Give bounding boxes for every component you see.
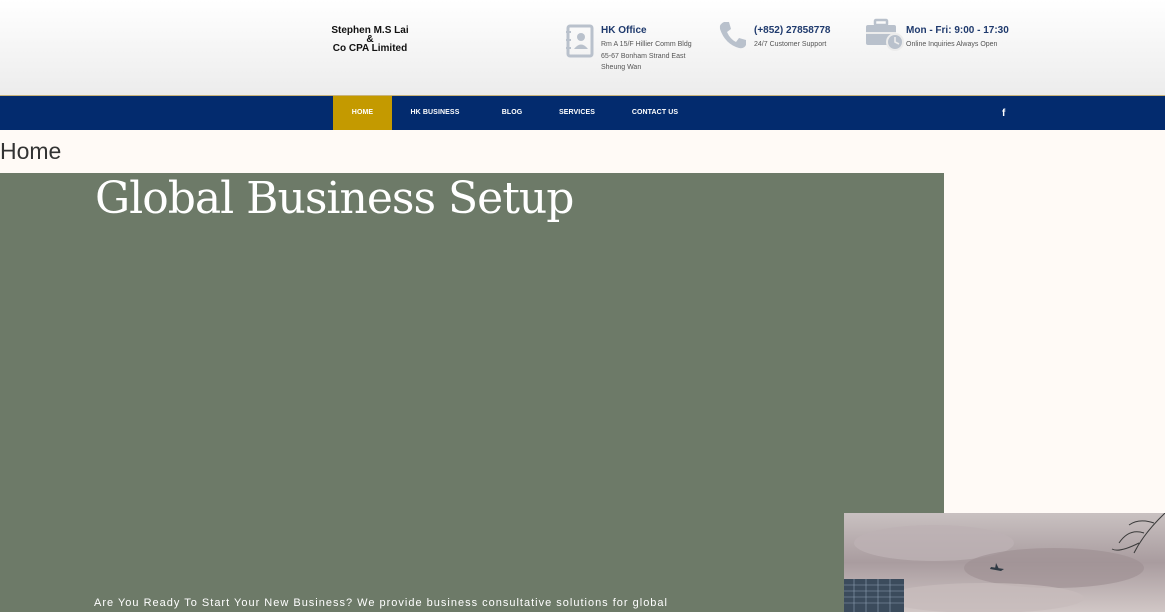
briefcase-clock-icon: [865, 18, 905, 57]
office-address-line-1: Rm A 15/F Hillier Comm Bldg: [601, 41, 692, 48]
office-address-line-3: Sheung Wan: [601, 64, 642, 71]
nav-item-services[interactable]: SERVICES: [552, 96, 602, 130]
nav-item-hk-business[interactable]: HK BUSINESS: [400, 96, 470, 130]
nav-item-blog[interactable]: BLOG: [493, 96, 531, 130]
city-skyline-photo: [844, 513, 1165, 612]
address-book-icon: [566, 24, 594, 63]
nav-item-home[interactable]: HOME: [333, 96, 392, 130]
hours-sub-text: Online Inquiries Always Open: [906, 41, 998, 48]
logo-line-3: Co CPA Limited: [332, 43, 408, 54]
phone-support-text: 24/7 Customer Support: [754, 41, 827, 48]
hero-section: Global Business Setup Are You Ready To S…: [0, 173, 944, 612]
company-logo[interactable]: Stephen M.S Lai & Co CPA Limited: [327, 26, 413, 54]
phone-number[interactable]: (+852) 27858778: [754, 25, 830, 36]
main-navigation: HOME HK BUSINESS BLOG SERVICES CONTACT U…: [0, 95, 1165, 130]
page-title: Home: [0, 138, 62, 164]
office-address-line-2: 65-67 Bonham Strand East: [601, 53, 686, 60]
phone-icon: [718, 20, 748, 55]
facebook-icon[interactable]: f: [1002, 108, 1005, 119]
office-title: HK Office: [601, 25, 647, 36]
hero-heading: Global Business Setup: [95, 173, 574, 224]
office-hours: Mon - Fri: 9:00 - 17:30: [906, 25, 1009, 36]
top-header: Stephen M.S Lai & Co CPA Limited HK Offi…: [0, 0, 1165, 95]
hero-text: Are You Ready To Start Your New Business…: [94, 597, 668, 609]
nav-item-contact-us[interactable]: CONTACT US: [624, 96, 686, 130]
